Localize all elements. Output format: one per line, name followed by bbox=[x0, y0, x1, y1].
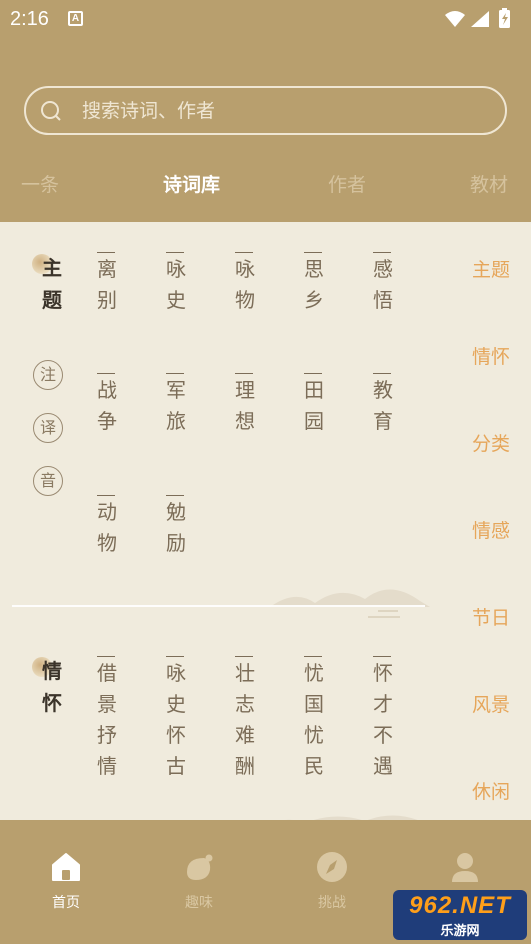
search-icon bbox=[41, 101, 61, 121]
side-nav-sentiment[interactable]: 情怀 bbox=[451, 342, 531, 369]
search-bar[interactable] bbox=[24, 86, 507, 135]
profile-icon bbox=[452, 853, 478, 882]
system-status-icons bbox=[445, 8, 510, 28]
topic-objects[interactable]: 咏物 bbox=[233, 252, 257, 316]
topic-war[interactable]: 战争 bbox=[95, 373, 119, 437]
watermark-bottom-text: 乐游网 bbox=[440, 924, 480, 939]
topic-history-nostalgia[interactable]: 咏史怀古 bbox=[164, 656, 188, 782]
battery-icon bbox=[499, 8, 510, 28]
topic-farewell[interactable]: 离别 bbox=[95, 252, 119, 316]
watermark-top-text: 962.NET bbox=[409, 892, 511, 919]
search-input[interactable] bbox=[82, 98, 482, 124]
pinyin-toggle[interactable]: 音 bbox=[33, 466, 63, 496]
topic-scenery-emotion[interactable]: 借景抒情 bbox=[95, 656, 119, 782]
category-title-sentiment: 情 怀 bbox=[42, 659, 62, 715]
notification-a-icon: A bbox=[68, 11, 83, 26]
tab-textbook[interactable]: 教材 bbox=[470, 170, 508, 197]
side-nav-festival[interactable]: 节日 bbox=[451, 603, 531, 630]
topic-pastoral[interactable]: 田园 bbox=[302, 373, 326, 437]
tab-poetry-library[interactable]: 诗词库 bbox=[163, 170, 220, 197]
section-divider bbox=[12, 605, 425, 607]
topic-animals[interactable]: 动物 bbox=[95, 495, 119, 559]
annotation-toggle[interactable]: 注 bbox=[33, 360, 63, 390]
topic-education[interactable]: 教育 bbox=[371, 373, 395, 437]
status-time: 2:16 bbox=[10, 8, 49, 30]
tab-yitiao[interactable]: 一条 bbox=[21, 170, 59, 197]
wifi-icon bbox=[445, 11, 465, 27]
signal-icon bbox=[471, 11, 489, 27]
topic-encouragement[interactable]: 勉励 bbox=[164, 495, 188, 559]
side-nav-theme[interactable]: 主题 bbox=[451, 255, 531, 282]
status-bar: 2:16 A bbox=[0, 0, 531, 40]
topic-military[interactable]: 军旅 bbox=[164, 373, 188, 437]
mountain-decoration-icon bbox=[285, 815, 418, 820]
translation-toggle[interactable]: 译 bbox=[33, 413, 63, 443]
nav-challenge[interactable]: 挑战 bbox=[297, 850, 367, 912]
nav-home[interactable]: 首页 bbox=[31, 850, 101, 912]
home-icon bbox=[52, 853, 80, 881]
side-nav-emotion[interactable]: 情感 bbox=[451, 516, 531, 543]
category-side-nav: 主题 情怀 分类 情感 节日 风景 休闲 bbox=[451, 222, 531, 820]
topic-homesick[interactable]: 思乡 bbox=[302, 252, 326, 316]
site-watermark-logo: 962.NET 乐游网 bbox=[393, 890, 527, 940]
nav-profile[interactable] bbox=[430, 850, 500, 892]
topic-talent-unrecognized[interactable]: 怀才不遇 bbox=[371, 656, 395, 782]
fun-icon bbox=[187, 854, 213, 880]
tab-authors[interactable]: 作者 bbox=[328, 170, 366, 197]
side-nav-scenery[interactable]: 风景 bbox=[451, 690, 531, 717]
bottom-nav: 首页 趣味 挑战 962.NET 乐游网 bbox=[0, 820, 531, 944]
nav-fun[interactable]: 趣味 bbox=[164, 850, 234, 912]
compass-icon bbox=[317, 852, 347, 882]
category-title-theme: 主 题 bbox=[42, 256, 62, 312]
mountain-decoration-icon bbox=[270, 589, 430, 618]
side-nav-leisure[interactable]: 休闲 bbox=[451, 777, 531, 804]
tab-bar: 一条 诗词库 作者 教材 bbox=[0, 170, 531, 206]
header: 2:16 A 一条 诗词库 作者 教材 bbox=[0, 0, 531, 222]
topic-unfulfilled-ambition[interactable]: 壮志难酬 bbox=[233, 656, 257, 782]
topic-patriotic-worry[interactable]: 忧国忧民 bbox=[302, 656, 326, 782]
topic-ideals[interactable]: 理想 bbox=[233, 373, 257, 437]
topic-history[interactable]: 咏史 bbox=[164, 252, 188, 316]
topic-insight[interactable]: 感悟 bbox=[371, 252, 395, 316]
side-nav-classification[interactable]: 分类 bbox=[451, 429, 531, 456]
